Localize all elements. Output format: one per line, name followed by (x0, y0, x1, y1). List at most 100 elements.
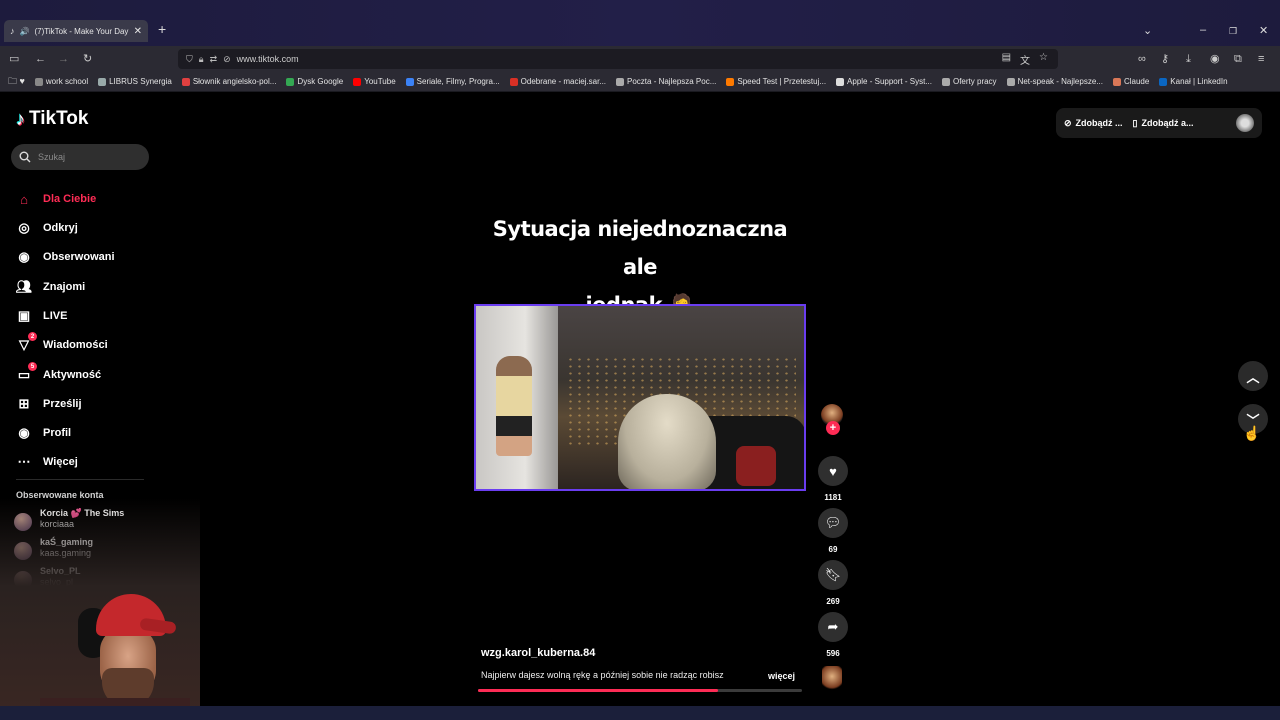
comment-icon[interactable]: 💬︎ (818, 508, 848, 538)
bookmark-icon[interactable]: 🔖︎ (818, 560, 848, 590)
glasses-icon[interactable]: ∞ (1138, 52, 1146, 66)
bookmark-item[interactable]: YouTube (353, 77, 396, 86)
video-player[interactable] (474, 304, 806, 491)
messages-icon: ▽ 2 (16, 332, 37, 353)
bookmark-item[interactable]: Kanał | LinkedIn (1159, 77, 1228, 86)
bookmark-favicon-icon (941, 77, 950, 86)
nav-item-dla-ciebie[interactable]: ⌂ Dla Ciebie (16, 191, 96, 207)
share-count: 596 (826, 649, 840, 658)
nav-item-znajomi[interactable]: 👥︎ Znajomi (16, 279, 85, 295)
share-action[interactable]: ➦ 596 (818, 612, 848, 658)
account-icon[interactable]: ◉ (1210, 52, 1220, 66)
bookmark-item[interactable]: Poczta - Najlepsza Poc... (616, 77, 716, 86)
forward-icon[interactable]: → (58, 52, 69, 66)
music-disc-icon[interactable] (822, 666, 842, 692)
bookmark-item[interactable]: Claude (1112, 77, 1149, 86)
new-tab-icon[interactable]: + (158, 21, 166, 37)
top-right-actions: ⊘ Zdobądź ... ▯ Zdobądź a... (1056, 108, 1262, 138)
nav-label: Wiadomości (43, 339, 108, 351)
minimize-icon[interactable]: – (1200, 24, 1206, 36)
reload-icon[interactable]: ↻ (83, 52, 92, 66)
bookmark-item[interactable]: Oferty pracy (941, 77, 997, 86)
search-input[interactable]: Szukaj (11, 144, 149, 170)
url-text: www.tiktok.com (236, 54, 299, 64)
creator-avatar[interactable]: + (821, 404, 843, 435)
bookmark-favicon-icon (1006, 77, 1015, 86)
bookmark-item[interactable]: Seriale, Filmy, Progra... (405, 77, 500, 86)
close-window-icon[interactable]: ✕ (1259, 24, 1268, 37)
profile-avatar[interactable] (1236, 114, 1254, 132)
like-action[interactable]: ♥ 1181 (818, 456, 848, 502)
tiktok-logo[interactable]: ♪ TikTok (16, 108, 88, 130)
get-app-button[interactable]: ▯ Zdobądź a... (1133, 118, 1194, 129)
get-coins-button[interactable]: ⊘ Zdobądź ... (1064, 118, 1123, 129)
restore-icon[interactable]: ❐ (1229, 26, 1237, 37)
close-tab-icon[interactable]: ✕ (134, 26, 142, 37)
bookmark-favicon-icon (509, 77, 518, 86)
share-icon[interactable]: ➦ (818, 612, 848, 642)
bookmarks-folder-icon[interactable]: 🗀 ♥ (8, 74, 25, 90)
nav-item-live[interactable]: ▣ LIVE (16, 308, 68, 324)
nav-item-wiadomości[interactable]: ▽ 2 Wiadomości (16, 332, 108, 353)
permissions-icon[interactable]: ⇄ (210, 54, 218, 65)
more-button[interactable]: więcej (768, 671, 795, 681)
comment-action[interactable]: 💬︎ 69 (818, 508, 848, 554)
compass-icon: ◎ (18, 220, 30, 235)
bookmark-item[interactable]: Dysk Google (286, 77, 343, 86)
bookmark-item[interactable]: LIBRUS Synergia (98, 77, 172, 86)
browser-tab[interactable]: ♪ 🔊 (7)TikTok - Make Your Day ✕ (4, 20, 148, 42)
sidebar-toggle-icon[interactable]: ▭ (9, 52, 19, 66)
more-icon: ⋯ (17, 454, 31, 469)
bookmark-item[interactable]: Słownik angielsko-pol... (181, 77, 277, 86)
nav-item-odkryj[interactable]: ◎ Odkryj (16, 220, 78, 236)
tab-title: (7)TikTok - Make Your Day (34, 26, 129, 36)
save-action[interactable]: 🔖︎ 269 (818, 560, 848, 606)
back-icon[interactable]: ← (35, 52, 46, 66)
notification-badge: 2 (28, 332, 37, 341)
nav-label: Prześlij (43, 398, 82, 410)
camera-off-icon[interactable]: ⊘ (223, 54, 231, 65)
phone-icon: ▯ (1132, 117, 1138, 128)
bookmark-item[interactable]: work school (34, 77, 89, 86)
bookmark-favicon-icon (1159, 77, 1168, 86)
download-icon[interactable]: ⤓ (1186, 52, 1191, 66)
bookmark-label: Słownik angielsko-pol... (192, 77, 277, 86)
video-author[interactable]: wzg.karol_kuberna.84 (481, 647, 595, 659)
like-count: 1181 (824, 493, 842, 502)
bookmark-favicon-icon (181, 77, 190, 86)
bookmark-label: Net-speak - Najlepsze... (1017, 77, 1103, 86)
nav-item-profil[interactable]: ◉ Profil (16, 425, 71, 441)
bookmark-item[interactable]: Speed Test | Przetestuj... (726, 77, 826, 86)
bookmark-item[interactable]: Net-speak - Najlepsze... (1006, 77, 1103, 86)
browser-tab-bar: ♪ 🔊 (7)TikTok - Make Your Day ✕ + ⌄ – ❐ … (0, 0, 1280, 46)
address-bar[interactable]: ⛉ 🔒︎ ⇄ ⊘ www.tiktok.com ▤ 文 ☆ (178, 49, 1058, 69)
key-icon[interactable]: ⚷ (1161, 52, 1169, 66)
video-chair-accent (736, 446, 776, 486)
follow-plus-icon[interactable]: + (826, 421, 840, 435)
chevron-down-icon[interactable]: ⌄ (1143, 24, 1152, 37)
reader-icon[interactable]: ▤ (1002, 52, 1011, 67)
profile-avatar-icon: ◉ (18, 425, 30, 440)
bookmark-item[interactable]: Apple - Support - Syst... (836, 77, 932, 86)
translate-icon[interactable]: 文 (1020, 52, 1030, 67)
nav-item-aktywność[interactable]: ▭ 5 Aktywność (16, 362, 101, 383)
nav-item-prześlij[interactable]: ⊞ Prześlij (16, 396, 82, 412)
video-person-head (618, 394, 716, 489)
nav-item-obserwowani[interactable]: ◉ Obserwowani (16, 249, 114, 265)
chevron-up-icon: ︿ (1246, 369, 1260, 385)
video-progress-bar[interactable] (478, 689, 802, 692)
extensions-icon[interactable]: ⧉ (1234, 52, 1242, 66)
previous-video-button[interactable]: ︿ (1238, 361, 1268, 391)
search-icon (19, 151, 31, 163)
video-person-left (496, 356, 532, 456)
menu-icon[interactable]: ≡ (1258, 52, 1264, 66)
nav-item-więcej[interactable]: ⋯ Więcej (16, 454, 78, 470)
star-icon[interactable]: ☆ (1039, 52, 1048, 67)
bookmark-item[interactable]: Odebrane - maciej.sar... (509, 77, 606, 86)
nav-label: Znajomi (43, 281, 86, 293)
get-coins-label: Zdobądź ... (1075, 118, 1123, 128)
heart-icon[interactable]: ♥ (818, 456, 848, 486)
bookmark-label: work school (45, 77, 89, 86)
bookmark-label: Poczta - Najlepsza Poc... (627, 77, 717, 86)
bookmark-favicon-icon (616, 77, 625, 86)
